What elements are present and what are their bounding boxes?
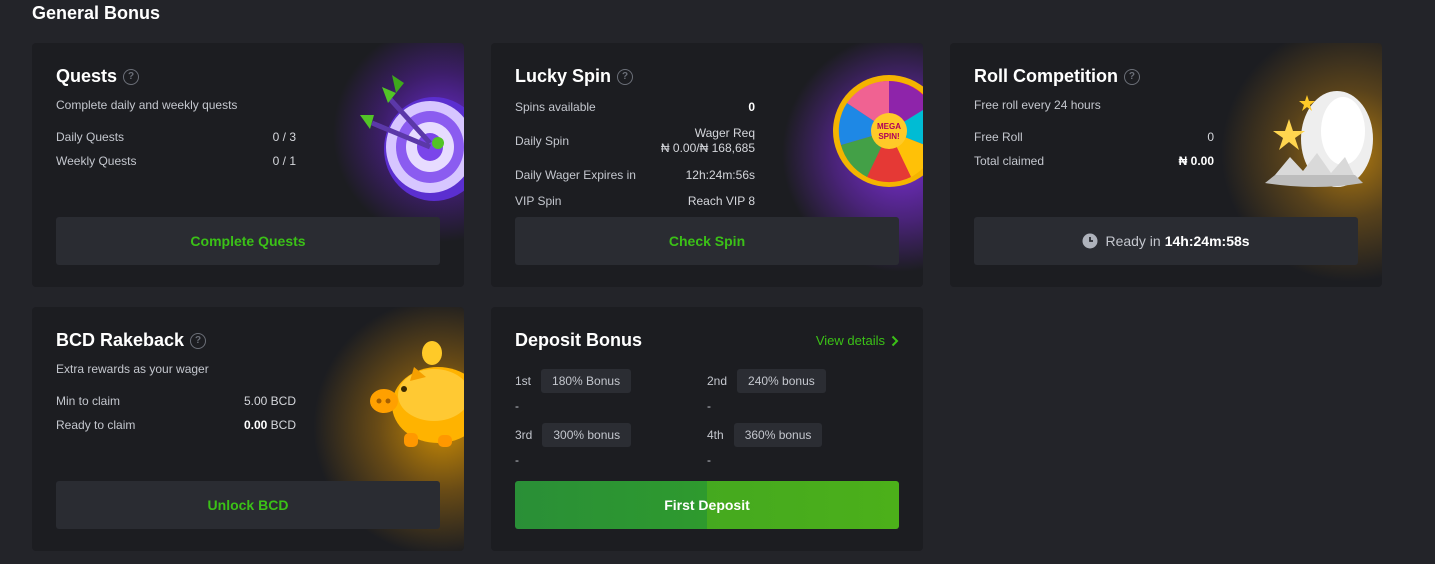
vip-spin-value: Reach VIP 8 bbox=[687, 194, 755, 208]
tier-note: - bbox=[707, 399, 711, 413]
total-claimed-value: ₦ 0.00 bbox=[1178, 154, 1214, 168]
ready-to-claim-unit: BCD bbox=[270, 418, 296, 432]
tier-ordinal: 2nd bbox=[707, 374, 728, 388]
vip-spin-row: VIP Spin Reach VIP 8 bbox=[515, 194, 755, 208]
ready-to-claim-row: Ready to claim 0.00 BCD bbox=[56, 418, 296, 432]
wager-req-label: Wager Req bbox=[694, 126, 755, 140]
min-to-claim-value: 5.00 BCD bbox=[243, 394, 296, 408]
total-claimed-row: Total claimed ₦ 0.00 bbox=[974, 154, 1214, 168]
quests-title: Quests ? bbox=[56, 66, 140, 87]
rakeback-title: BCD Rakeback ? bbox=[56, 330, 207, 351]
quests-row-weekly: Weekly Quests 0 / 1 bbox=[56, 154, 296, 168]
svg-text:MEGA: MEGA bbox=[877, 122, 901, 131]
rakeback-subtitle: Extra rewards as your wager bbox=[56, 362, 209, 376]
roll-competition-card: Roll Competition ? Free roll every 24 ho… bbox=[950, 43, 1382, 287]
clock-icon bbox=[1082, 233, 1098, 249]
svg-text:SPIN!: SPIN! bbox=[878, 132, 899, 141]
ready-to-claim-amount: 0.00 bbox=[243, 418, 268, 432]
tier-note: - bbox=[707, 453, 711, 467]
unlock-bcd-button[interactable]: Unlock BCD bbox=[56, 481, 440, 529]
vip-spin-label: VIP Spin bbox=[515, 194, 562, 208]
lucky-spin-card: MEGA SPIN! Lucky Spin ? Spins available … bbox=[491, 43, 923, 287]
quests-row-daily: Daily Quests 0 / 3 bbox=[56, 130, 296, 144]
ready-to-claim-value: 0.00 BCD bbox=[244, 418, 296, 432]
min-to-claim-label: Min to claim bbox=[56, 394, 121, 408]
roll-title: Roll Competition ? bbox=[974, 66, 1140, 87]
ready-in-button[interactable]: Ready in 14h:24m:58s bbox=[974, 217, 1358, 265]
wager-req: Wager Req ₦ 0.00/₦ 168,685 bbox=[661, 126, 755, 156]
tier-note: - bbox=[515, 399, 519, 413]
free-roll-row: Free Roll 0 bbox=[974, 130, 1214, 144]
spins-available-value: 0 bbox=[748, 100, 755, 114]
help-icon[interactable]: ? bbox=[123, 68, 140, 85]
tier-note: - bbox=[515, 453, 519, 467]
first-deposit-button[interactable]: First Deposit bbox=[515, 481, 899, 529]
roll-title-text: Roll Competition bbox=[974, 66, 1118, 86]
help-icon[interactable]: ? bbox=[190, 332, 207, 349]
weekly-quests-label: Weekly Quests bbox=[56, 154, 137, 168]
rakeback-card: BCD Rakeback ? Extra rewards as your wag… bbox=[32, 307, 464, 551]
deposit-tier-2: 2nd 240% bonus - bbox=[707, 369, 826, 413]
lucky-spin-title-text: Lucky Spin bbox=[515, 66, 612, 86]
spins-available-row: Spins available 0 bbox=[515, 100, 755, 114]
daily-wager-expires-label: Daily Wager Expires in bbox=[515, 168, 636, 182]
daily-wager-expires-value: 12h:24m:56s bbox=[685, 168, 755, 182]
tier-ordinal: 3rd bbox=[515, 428, 533, 442]
piggy-bank-icon bbox=[370, 341, 464, 447]
min-to-claim-row: Min to claim 5.00 BCD bbox=[56, 394, 296, 408]
rakeback-title-text: BCD Rakeback bbox=[56, 330, 185, 350]
tier-bonus-badge: 240% bonus bbox=[737, 369, 826, 393]
chevron-right-icon bbox=[891, 335, 899, 346]
tier-ordinal: 1st bbox=[515, 374, 532, 388]
daily-spin-label: Daily Spin bbox=[515, 134, 570, 148]
tier-bonus-badge: 300% bonus bbox=[542, 423, 632, 447]
deposit-tier-4: 4th 360% bonus - bbox=[707, 423, 823, 467]
daily-quests-value: 0 / 3 bbox=[272, 130, 296, 144]
view-details-link[interactable]: View details bbox=[816, 333, 899, 348]
lucky-spin-title: Lucky Spin ? bbox=[515, 66, 634, 87]
free-roll-label: Free Roll bbox=[974, 130, 1023, 144]
section-title: General Bonus bbox=[32, 3, 161, 23]
wager-req-value: ₦ 0.00/₦ 168,685 bbox=[660, 141, 755, 155]
check-spin-button[interactable]: Check Spin bbox=[515, 217, 899, 265]
daily-spin-row: Daily Spin Wager Req ₦ 0.00/₦ 168,685 bbox=[515, 126, 755, 156]
deposit-tier-3: 3rd 300% bonus - bbox=[515, 423, 632, 467]
deposit-tier-1: 1st 180% Bonus - bbox=[515, 369, 632, 413]
ready-in-value: 14h:24m:58s bbox=[1164, 233, 1250, 249]
roll-subtitle: Free roll every 24 hours bbox=[974, 98, 1101, 112]
daily-quests-label: Daily Quests bbox=[56, 130, 125, 144]
quests-title-text: Quests bbox=[56, 66, 118, 86]
deposit-bonus-card: Deposit Bonus View details 1st 180% Bonus… bbox=[491, 307, 923, 551]
weekly-quests-value: 0 / 1 bbox=[272, 154, 296, 168]
help-icon[interactable]: ? bbox=[1123, 68, 1140, 85]
tier-bonus-badge: 360% bonus bbox=[733, 423, 823, 447]
spins-available-label: Spins available bbox=[515, 100, 596, 114]
target-icon bbox=[360, 75, 464, 201]
complete-quests-button[interactable]: Complete Quests bbox=[56, 217, 440, 265]
ready-in-label: Ready in bbox=[1105, 233, 1161, 249]
quests-card: Quests ? Complete daily and weekly quest… bbox=[32, 43, 464, 287]
daily-wager-expires-row: Daily Wager Expires in 12h:24m:56s bbox=[515, 168, 755, 182]
quests-subtitle: Complete daily and weekly quests bbox=[56, 98, 238, 112]
total-claimed-label: Total claimed bbox=[974, 154, 1045, 168]
tier-bonus-badge: 180% Bonus bbox=[541, 369, 632, 393]
free-roll-value: 0 bbox=[1207, 130, 1214, 144]
help-icon[interactable]: ? bbox=[617, 68, 634, 85]
deposit-title: Deposit Bonus bbox=[515, 330, 643, 350]
wheel-icon: MEGA SPIN! bbox=[833, 75, 923, 187]
ready-to-claim-label: Ready to claim bbox=[56, 418, 136, 432]
view-details-label: View details bbox=[815, 333, 885, 348]
tier-ordinal: 4th bbox=[707, 428, 724, 442]
egg-icon bbox=[1265, 91, 1373, 187]
